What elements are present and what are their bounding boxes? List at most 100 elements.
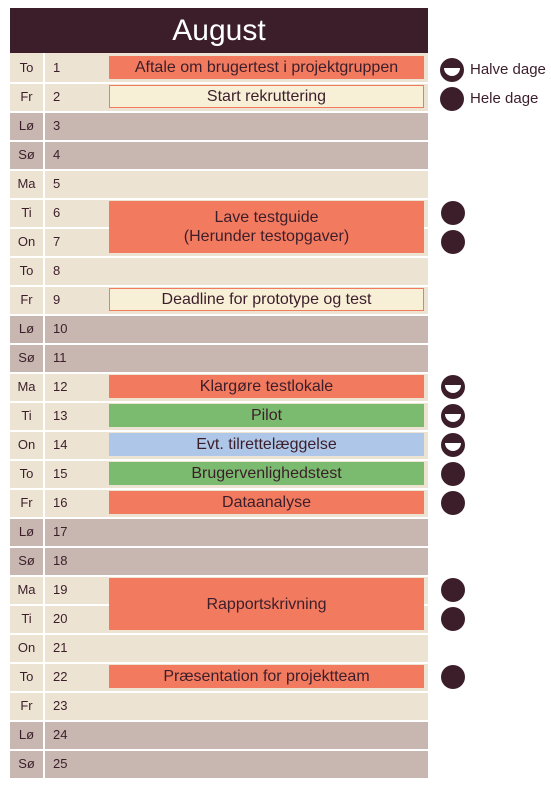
- weekday-label: Fr: [10, 691, 45, 720]
- full-day-icon: [440, 87, 464, 111]
- half-day-icon: [440, 58, 464, 82]
- day-number: 18: [45, 546, 90, 575]
- day-number: 6: [45, 198, 90, 227]
- day-number: 14: [45, 430, 90, 459]
- half-day-icon: [441, 433, 465, 457]
- weekday-label: Lø: [10, 314, 45, 343]
- half-day-icon: [441, 375, 465, 399]
- day-number: 2: [45, 82, 90, 111]
- day-number: 25: [45, 749, 90, 778]
- full-day-icon: [441, 665, 465, 689]
- weekday-label: To: [10, 53, 45, 82]
- day-number: 20: [45, 604, 90, 633]
- event: Aftale om brugertest i projektgruppen: [109, 56, 424, 79]
- weekday-label: On: [10, 633, 45, 662]
- weekday-label: Ma: [10, 169, 45, 198]
- full-day-icon: [441, 201, 465, 225]
- day-number: 23: [45, 691, 90, 720]
- event-area: [105, 517, 428, 546]
- event-label: Lave testguide(Herunder testopgaver): [184, 208, 349, 246]
- calendar-row: To8: [10, 256, 428, 285]
- event: Pilot: [109, 404, 424, 427]
- event: Rapportskrivning: [109, 578, 424, 630]
- event-area: [105, 314, 428, 343]
- event: Lave testguide(Herunder testopgaver): [109, 201, 424, 253]
- event-label: Start rekruttering: [207, 87, 326, 106]
- day-number: 3: [45, 111, 90, 140]
- event-label: Pilot: [251, 406, 282, 425]
- day-number: 15: [45, 459, 90, 488]
- day-number: 17: [45, 517, 90, 546]
- event: Start rekruttering: [109, 85, 424, 108]
- event-area: [105, 749, 428, 778]
- day-number: 24: [45, 720, 90, 749]
- weekday-label: Sø: [10, 749, 45, 778]
- full-day-icon: [441, 578, 465, 602]
- event-area: [105, 691, 428, 720]
- weekday-label: On: [10, 430, 45, 459]
- event-label: Præsentation for projektteam: [163, 667, 369, 686]
- full-day-icon: [441, 491, 465, 515]
- calendar-row: On21: [10, 633, 428, 662]
- day-number: 7: [45, 227, 90, 256]
- weekday-label: On: [10, 227, 45, 256]
- day-number: 22: [45, 662, 90, 691]
- calendar-row: Sø25: [10, 749, 428, 778]
- event: Brugervenlighedstest: [109, 462, 424, 485]
- day-number: 1: [45, 53, 90, 82]
- day-number: 12: [45, 372, 90, 401]
- event-area: [105, 169, 428, 198]
- day-number: 16: [45, 488, 90, 517]
- event-area: [105, 546, 428, 575]
- day-number: 5: [45, 169, 90, 198]
- event-label: Deadline for prototype og test: [162, 290, 372, 309]
- calendar-row: Lø24: [10, 720, 428, 749]
- event-area: [105, 111, 428, 140]
- event-label: Rapportskrivning: [206, 595, 326, 614]
- weekday-label: Ti: [10, 604, 45, 633]
- weekday-label: Sø: [10, 140, 45, 169]
- legend: Halve dage Hele dage: [440, 55, 550, 113]
- calendar-row: Sø4: [10, 140, 428, 169]
- event-label: Evt. tilrettelæggelse: [196, 435, 337, 454]
- weekday-label: Ti: [10, 198, 45, 227]
- weekday-label: Sø: [10, 546, 45, 575]
- weekday-label: Ma: [10, 372, 45, 401]
- day-number: 11: [45, 343, 90, 372]
- calendar-row: Sø11: [10, 343, 428, 372]
- event: Præsentation for projektteam: [109, 665, 424, 688]
- month-header: August: [10, 8, 428, 53]
- event-area: [105, 140, 428, 169]
- weekday-label: Lø: [10, 517, 45, 546]
- calendar-row: Lø17: [10, 517, 428, 546]
- event: Evt. tilrettelæggelse: [109, 433, 424, 456]
- day-number: 13: [45, 401, 90, 430]
- weekday-label: Lø: [10, 720, 45, 749]
- weekday-label: Ti: [10, 401, 45, 430]
- full-day-icon: [441, 230, 465, 254]
- event-area: [105, 633, 428, 662]
- calendar-row: Ma5: [10, 169, 428, 198]
- day-number: 8: [45, 256, 90, 285]
- day-number: 4: [45, 140, 90, 169]
- event-label: Klargøre testlokale: [200, 377, 333, 396]
- day-number: 21: [45, 633, 90, 662]
- calendar-row: Fr23: [10, 691, 428, 720]
- event: Dataanalyse: [109, 491, 424, 514]
- weekday-label: Sø: [10, 343, 45, 372]
- weekday-label: To: [10, 459, 45, 488]
- event-area: [105, 343, 428, 372]
- half-day-icon: [441, 404, 465, 428]
- event: Klargøre testlokale: [109, 375, 424, 398]
- weekday-label: To: [10, 256, 45, 285]
- event-area: [105, 720, 428, 749]
- calendar-row: Lø3: [10, 111, 428, 140]
- event-label: Brugervenlighedstest: [191, 464, 341, 483]
- weekday-label: Fr: [10, 82, 45, 111]
- event: Deadline for prototype og test: [109, 288, 424, 311]
- day-number: 10: [45, 314, 90, 343]
- full-day-icon: [441, 607, 465, 631]
- weekday-label: Lø: [10, 111, 45, 140]
- legend-item-half: Halve dage: [440, 55, 550, 84]
- full-day-icon: [441, 462, 465, 486]
